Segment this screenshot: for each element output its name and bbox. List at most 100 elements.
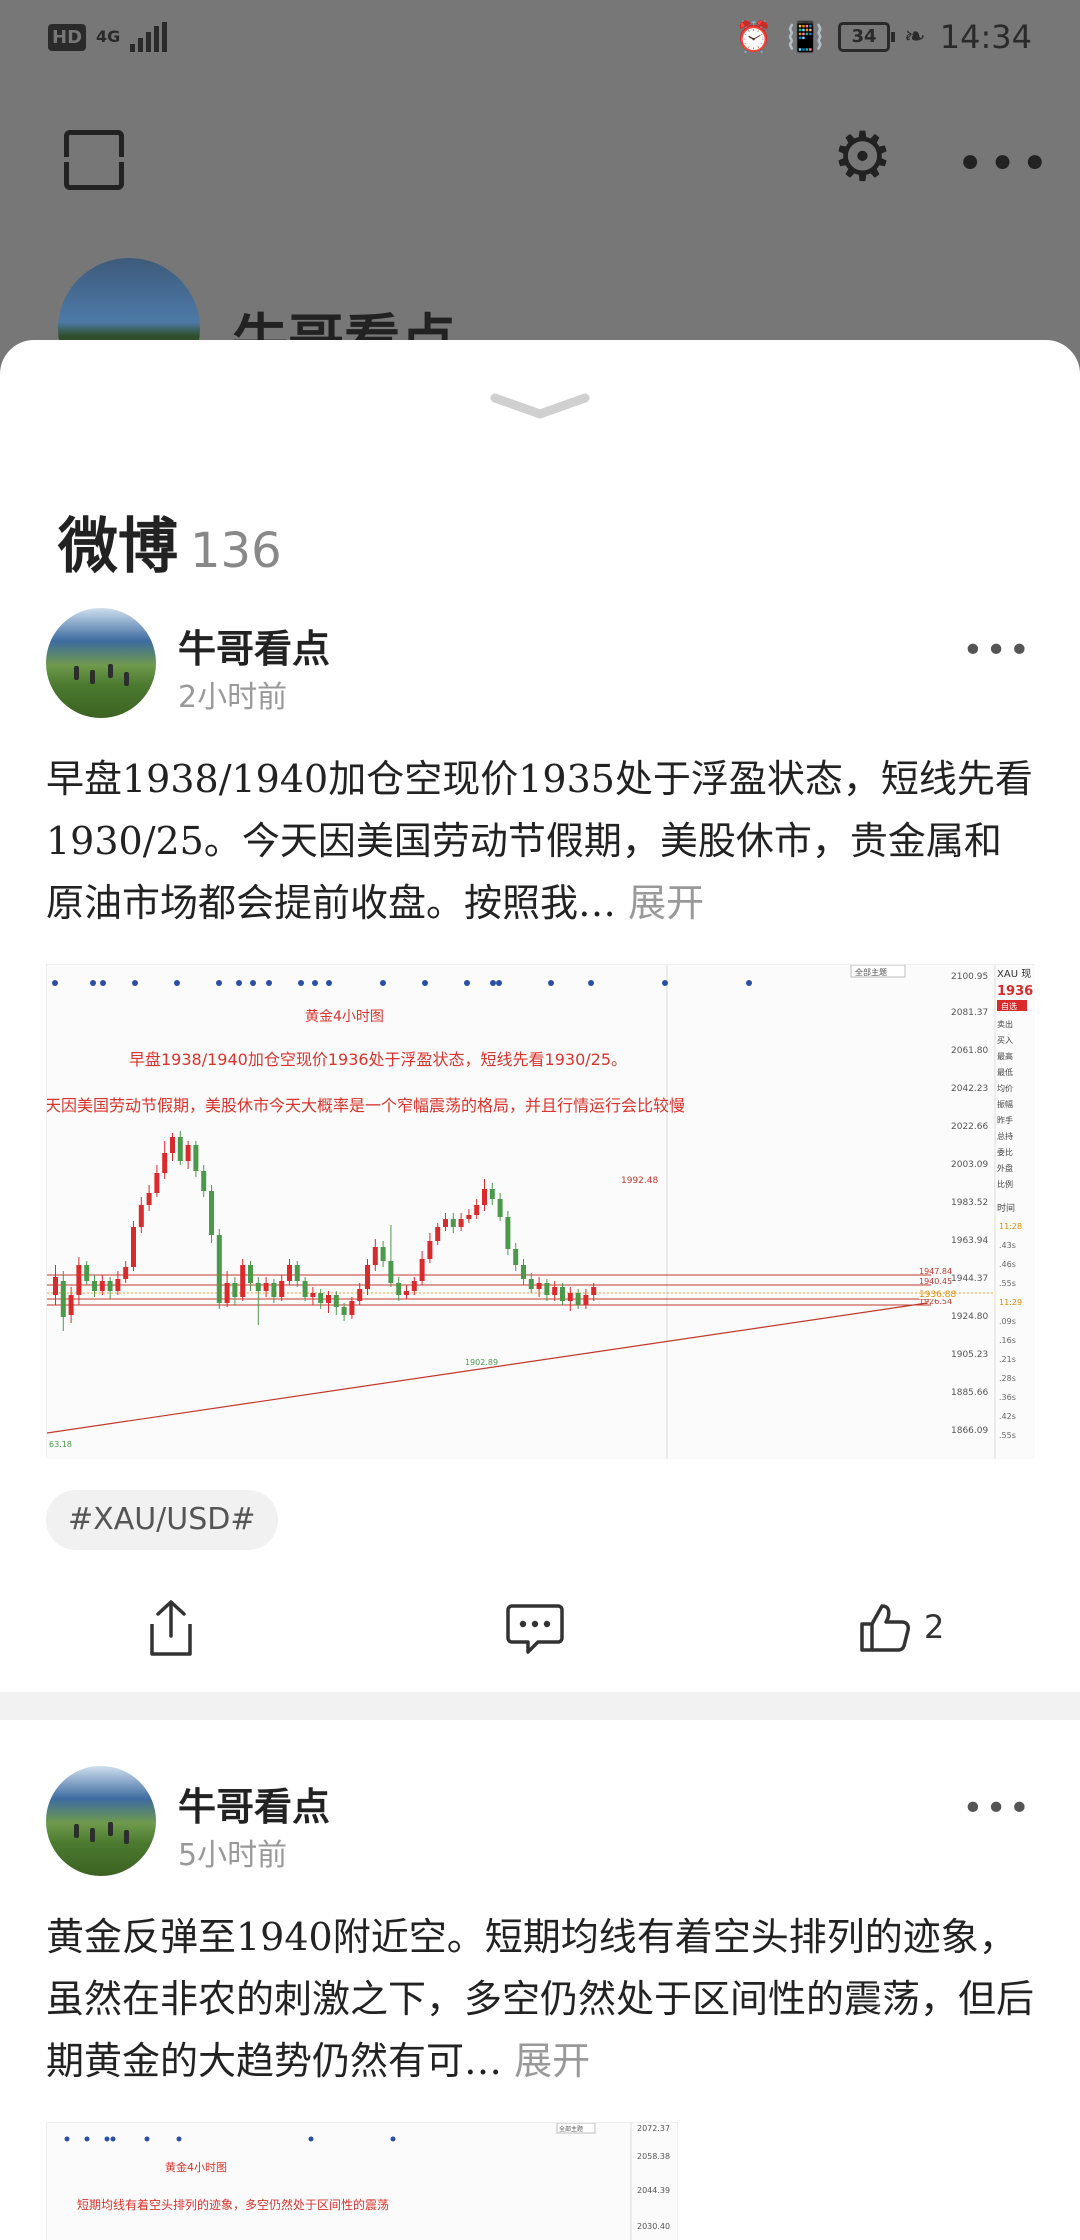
share-button[interactable] [146, 1598, 196, 1658]
post-image-chart[interactable]: 全部主题 2072.37 2058.38 2044.39 2030.40 黄金4小时图 短期… [46, 2122, 678, 2240]
post-time: 2小时前 [178, 680, 288, 715]
candle-body [560, 1287, 565, 1301]
price-axis-label: 2044.39 [637, 2186, 670, 2195]
author-name[interactable]: 牛哥看点 [178, 1776, 330, 1831]
indicator-dot [100, 980, 106, 986]
candle-body [443, 1219, 448, 1227]
candle-body [263, 1283, 269, 1291]
post-image-chart[interactable]: 全部主题 2100.95 2081.37 2061.80 2042.23 2022.66 2… [45, 964, 1035, 1459]
indicator-dot [422, 980, 428, 986]
chart-note-line1: 早盘1938/1940加仓空现价1936处于浮盈状态，短线先看1930/25。 [129, 1050, 627, 1069]
price-axis-label: 2072.37 [637, 2124, 670, 2133]
price-axis-label: 1983.52 [951, 1198, 988, 1208]
side-time: .42s [999, 1412, 1016, 1421]
side-time: .55s [999, 1279, 1016, 1288]
author-avatar[interactable] [46, 1766, 156, 1876]
expand-link[interactable]: 展开 [628, 881, 704, 925]
chart-title: 黄金4小时图 [165, 2160, 227, 2174]
author-name[interactable]: 牛哥看点 [178, 618, 330, 673]
side-item: 昨手 [997, 1115, 1013, 1125]
network-label: 4G [96, 27, 121, 46]
candle-body [591, 1287, 597, 1295]
candle-body [107, 1281, 113, 1291]
candle-body [287, 1265, 292, 1281]
candle-body [497, 1199, 503, 1217]
candle-body [396, 1283, 402, 1295]
price-axis-label: 1944.37 [951, 1274, 988, 1284]
price-axis-label: 1885.66 [951, 1388, 988, 1398]
post-divider [0, 1692, 1080, 1720]
side-time: 11:29 [999, 1298, 1022, 1307]
post-text[interactable]: 黄金反弹至1940附近空。短期均线有着空头排列的迹象，虽然在非农的刺激之下，多空… [46, 1906, 1036, 2092]
expand-link[interactable]: 展开 [514, 2039, 590, 2083]
candle-body [209, 1191, 214, 1235]
leaf-icon: ❧ [903, 22, 926, 52]
price-axis-label: 2003.09 [951, 1160, 988, 1170]
price-axis-label: 2030.40 [637, 2222, 670, 2231]
indicator-dot [326, 980, 332, 986]
settings-gear-icon[interactable]: ⚙ [832, 124, 893, 192]
indicator-dot [64, 2136, 70, 2142]
price-axis-label: 2058.38 [637, 2152, 670, 2161]
more-options-icon[interactable]: ••• [956, 136, 1053, 192]
candle-body [310, 1293, 316, 1297]
candle-body [68, 1295, 74, 1315]
indicator-dot [464, 980, 470, 986]
candle-body [131, 1227, 136, 1267]
side-item: 卖出 [997, 1019, 1013, 1029]
chart-note-line1: 短期均线有着空头排列的迹象，多空仍然处于区间性的震荡 [77, 2197, 389, 2212]
candlestick-chart: 全部主题 2072.37 2058.38 2044.39 2030.40 黄金4小时图短期… [47, 2123, 677, 2240]
candle-body [482, 1189, 487, 1205]
weibo-sheet: 微博 136 牛哥看点 2小时前 ••• 早盘1938/1940加仓空现价193… [0, 340, 1080, 2240]
side-time: .16s [999, 1336, 1016, 1345]
candle-body [224, 1283, 230, 1303]
side-time-label: 时间 [997, 1202, 1015, 1214]
more-icon[interactable]: ••• [962, 630, 1032, 671]
candlestick-chart: 全部主题 2100.95 2081.37 2061.80 2042.23 2022.66 2… [45, 964, 1035, 1459]
candle-body [193, 1145, 199, 1171]
side-time: .43s [999, 1241, 1016, 1250]
price-axis-label: 2022.66 [951, 1122, 988, 1132]
collapse-chevron-icon[interactable] [490, 390, 590, 420]
candle-body [567, 1293, 573, 1301]
side-item: 外盘 [997, 1163, 1013, 1173]
author-avatar[interactable] [46, 608, 156, 718]
price-axis-label: 1905.23 [951, 1350, 988, 1360]
sheet-title: 微博 [58, 512, 178, 582]
level-label: 1947.84 [919, 1267, 952, 1276]
candle-body [388, 1261, 394, 1283]
post-time: 5小时前 [178, 1838, 288, 1873]
post-text[interactable]: 早盘1938/1940加仓空现价1935处于浮盈状态，短线先看1930/25。今… [46, 748, 1036, 934]
scan-icon[interactable] [57, 130, 131, 190]
side-time: 11:28 [999, 1222, 1022, 1231]
side-time: .36s [999, 1393, 1016, 1402]
side-item: 委比 [997, 1147, 1013, 1157]
candle-body [216, 1235, 222, 1303]
candle-body [92, 1281, 97, 1291]
indicator-dot [308, 2136, 314, 2142]
indicator-dot [588, 980, 594, 986]
sheet-header: 微博 136 [58, 498, 282, 585]
price-axis-label: 2061.80 [951, 1046, 988, 1056]
candle-body [349, 1301, 355, 1315]
like-button[interactable]: 2 [858, 1600, 944, 1654]
like-count: 2 [924, 1608, 945, 1646]
side-time: .21s [999, 1355, 1016, 1364]
post-text-content: 早盘1938/1940加仓空现价1935处于浮盈状态，短线先看1930/25。今… [46, 757, 1033, 925]
indicator-dot [174, 980, 180, 986]
candle-body [201, 1171, 207, 1191]
chart-title: 黄金4小时图 [305, 1008, 384, 1025]
status-bar: HD 4G ⏰ 📳 34 ❧ 14:34 [0, 0, 1080, 80]
more-icon[interactable]: ••• [962, 1788, 1032, 1829]
comment-icon [506, 1604, 564, 1654]
price-axis-label: 1963.94 [951, 1236, 988, 1246]
indicator-dot [250, 980, 256, 986]
comment-button[interactable] [506, 1602, 564, 1656]
indicator-dot [266, 980, 272, 986]
candle-body [162, 1153, 168, 1173]
topic-tag[interactable]: #XAU/USD# [46, 1490, 278, 1550]
price-axis-label: 1866.09 [951, 1426, 988, 1436]
indicator-dot [216, 980, 222, 986]
status-right: ⏰ 📳 34 ❧ 14:34 [735, 18, 1032, 56]
candle-body [294, 1265, 300, 1281]
